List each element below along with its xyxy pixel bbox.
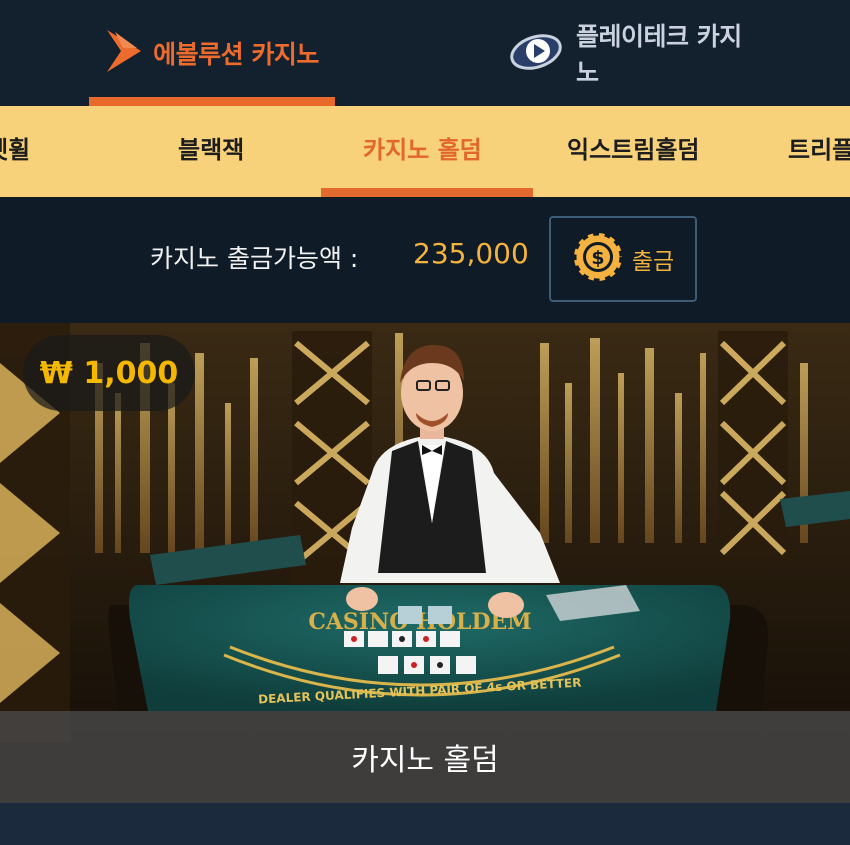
withdraw-label: 카지노 출금가능액 : bbox=[150, 244, 359, 273]
tab-evolution-casino[interactable]: 에볼루션 카지노 bbox=[89, 0, 335, 106]
category-roulette-wheel[interactable]: 룰렛휠 bbox=[0, 106, 30, 197]
withdraw-amount: 235,000 bbox=[413, 237, 529, 270]
game-title-bar: 카지노 홀덤 bbox=[0, 711, 850, 803]
game-title: 카지노 홀덤 bbox=[351, 743, 499, 778]
withdraw-section: 카지노 출금가능액 : 235,000 $ 출금 bbox=[0, 197, 850, 323]
category-casino-holdem[interactable]: 카지노 홀덤 bbox=[363, 106, 482, 197]
min-bet-value: ₩ 1,000 bbox=[39, 355, 179, 391]
tab-evolution-label: 에볼루션 카지노 bbox=[153, 40, 319, 69]
category-blackjack[interactable]: 블랙잭 bbox=[178, 106, 244, 197]
game-card-casino-holdem[interactable]: DEALER QUALIFIES WITH PAIR OF 4s OR BETT… bbox=[0, 323, 850, 803]
game-category-bar: 룰렛휠 블랙잭 카지노 홀덤 익스트림홀덤 트리플 bbox=[0, 106, 850, 197]
next-card-strip bbox=[0, 803, 850, 845]
dollar-coin-icon: $ bbox=[571, 230, 625, 287]
min-bet-badge: ₩ 1,000 bbox=[23, 335, 195, 411]
provider-active-indicator bbox=[89, 97, 335, 106]
evolution-logo-icon bbox=[105, 28, 143, 78]
provider-tab-bar: 에볼루션 카지노 플레이테크 카지노 bbox=[0, 0, 850, 106]
category-triple[interactable]: 트리플 bbox=[788, 106, 850, 197]
playtech-logo-icon bbox=[510, 31, 566, 75]
svg-text:$: $ bbox=[591, 247, 604, 269]
tab-playtech-casino[interactable]: 플레이테크 카지노 bbox=[510, 0, 760, 106]
category-active-indicator bbox=[321, 188, 533, 197]
withdraw-button-label: 출금 bbox=[631, 249, 675, 275]
category-extreme-holdem[interactable]: 익스트림홀덤 bbox=[567, 106, 699, 197]
tab-playtech-label: 플레이테크 카지노 bbox=[576, 22, 742, 87]
withdraw-button[interactable]: $ 출금 bbox=[549, 216, 697, 302]
